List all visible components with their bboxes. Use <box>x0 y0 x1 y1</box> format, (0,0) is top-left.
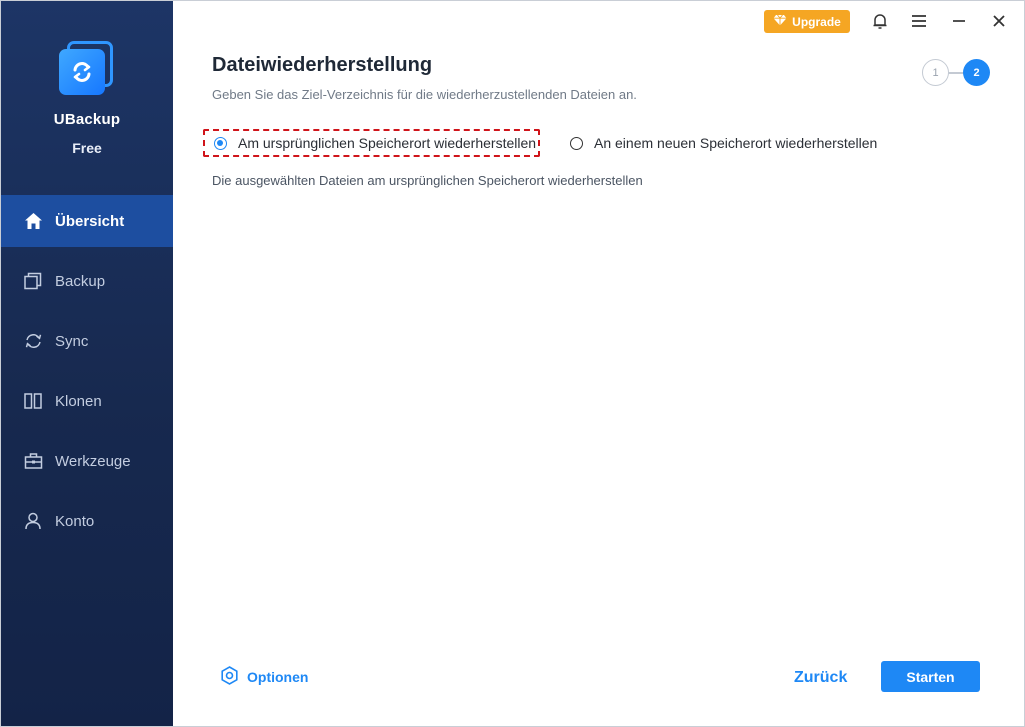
sidebar-item-label: Klonen <box>55 392 102 410</box>
upgrade-label: Upgrade <box>792 14 841 29</box>
options-button[interactable]: Optionen <box>220 666 308 688</box>
toolbox-icon <box>23 451 43 471</box>
backup-icon <box>23 271 43 291</box>
sidebar-item-werkzeuge[interactable]: Werkzeuge <box>1 435 173 487</box>
app-edition: Free <box>72 140 102 156</box>
page-subtitle: Geben Sie das Ziel-Verzeichnis für die w… <box>212 87 637 102</box>
sidebar-item-sync[interactable]: Sync <box>1 315 173 367</box>
sidebar-nav: Übersicht Backup Sync Klonen Werkzeuge K… <box>1 195 173 555</box>
option-description: Die ausgewählten Dateien am ursprünglich… <box>212 173 643 188</box>
app-name: UBackup <box>53 111 121 128</box>
sidebar-item-backup[interactable]: Backup <box>1 255 173 307</box>
sidebar-item-label: Sync <box>55 332 89 350</box>
sidebar-item-uebersicht[interactable]: Übersicht <box>1 195 173 247</box>
sidebar-item-label: Werkzeuge <box>55 452 131 470</box>
sidebar: UBackup Free Übersicht Backup Sync Klone… <box>1 1 173 726</box>
home-icon <box>23 211 43 231</box>
page-title: Dateiwiederherstellung <box>212 54 433 76</box>
radio-original-location[interactable]: Am ursprünglichen Speicherort wiederhers… <box>214 135 536 151</box>
radio-label: An einem neuen Speicherort wiederherstel… <box>594 135 878 151</box>
sidebar-item-label: Übersicht <box>55 212 125 230</box>
step-indicator: 1 2 <box>922 59 992 87</box>
sync-icon <box>23 331 43 351</box>
user-icon <box>23 511 43 531</box>
radio-checked-icon <box>214 136 227 150</box>
sidebar-item-label: Backup <box>55 272 106 290</box>
upgrade-button[interactable]: Upgrade <box>764 10 850 33</box>
minimize-icon[interactable] <box>949 11 969 31</box>
brand-block: UBackup Free <box>1 39 173 156</box>
radio-new-location[interactable]: An einem neuen Speicherort wiederherstel… <box>570 135 877 151</box>
start-button[interactable]: Starten <box>881 661 980 692</box>
close-icon[interactable] <box>989 11 1009 31</box>
diamond-icon <box>773 14 787 29</box>
sidebar-item-label: Konto <box>55 512 95 530</box>
sidebar-item-klonen[interactable]: Klonen <box>1 375 173 427</box>
options-label: Optionen <box>247 669 309 685</box>
settings-hex-icon <box>220 666 239 688</box>
back-button[interactable]: Zurück <box>794 669 847 687</box>
step-1: 1 <box>922 59 949 86</box>
radio-label: Am ursprünglichen Speicherort wiederhers… <box>238 135 537 151</box>
sidebar-item-konto[interactable]: Konto <box>1 495 173 547</box>
app-window: UBackup Free Übersicht Backup Sync Klone… <box>0 0 1025 727</box>
bell-icon[interactable] <box>870 11 890 31</box>
ubackup-logo-icon <box>57 39 117 99</box>
menu-icon[interactable] <box>909 11 929 31</box>
clone-icon <box>23 391 43 411</box>
radio-unchecked-icon <box>570 136 583 150</box>
step-2: 2 <box>963 59 990 86</box>
